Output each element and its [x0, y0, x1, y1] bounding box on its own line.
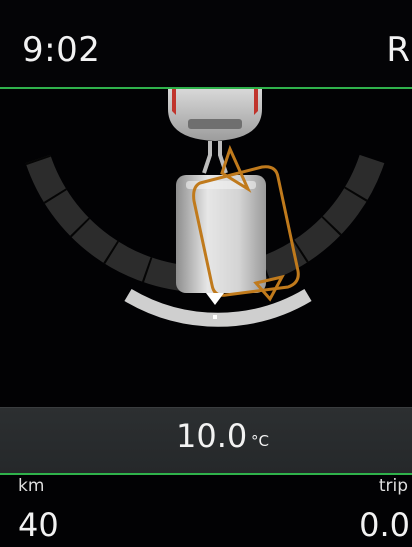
clock: 9:02: [22, 30, 101, 70]
gear-indicator: R: [386, 30, 410, 70]
trailer-assist-view: [25, 89, 385, 327]
trailer-icon: [176, 175, 266, 293]
status-bar: 9:02 R: [0, 0, 412, 88]
km-value: 40: [18, 506, 59, 544]
info-divider: [0, 473, 412, 475]
km-label: km: [18, 476, 45, 496]
outside-temperature: 10.0: [176, 417, 248, 455]
temperature-unit: °C: [251, 432, 269, 450]
instrument-display: 9:02 R 10.0 °C km trip 40 0.0: [0, 0, 412, 547]
trip-label: trip: [378, 476, 408, 496]
trip-value: 0.0: [359, 506, 410, 544]
car-rear-icon: [168, 89, 262, 141]
